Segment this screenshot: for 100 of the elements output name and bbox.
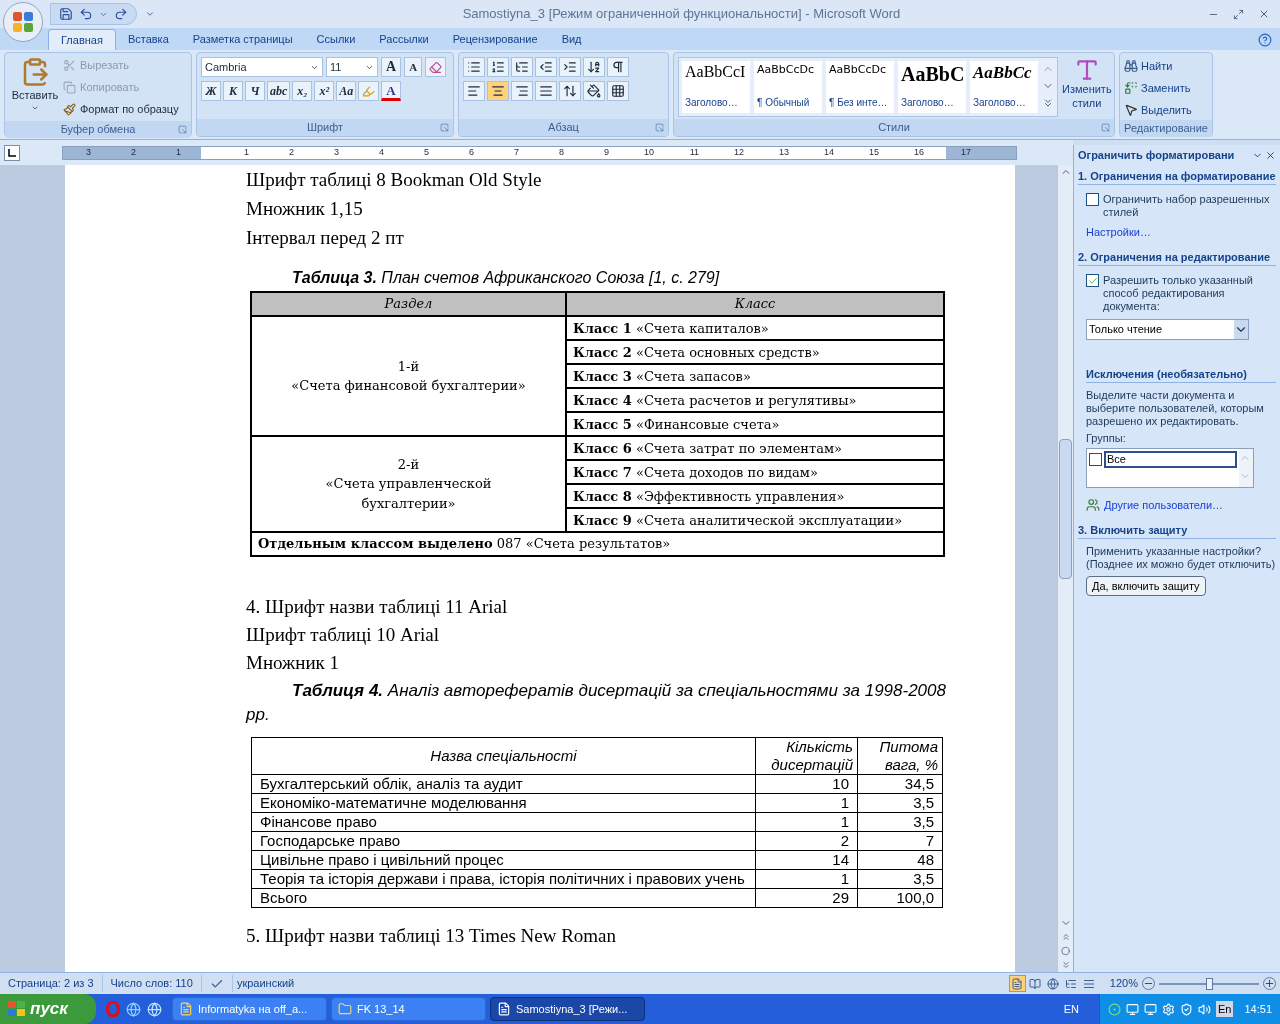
zoom-level[interactable]: 120% [1105, 975, 1142, 992]
format-button[interactable]: x² [314, 81, 335, 101]
format-button[interactable]: Ж [201, 81, 221, 101]
taskbar-task[interactable]: FK 13_14 [331, 997, 486, 1021]
format-button[interactable]: Aa [336, 81, 357, 101]
save-icon[interactable] [59, 7, 73, 21]
format-button[interactable]: К [223, 81, 243, 101]
clear-format-button[interactable] [425, 57, 447, 77]
paragraph-text: 4. Шрифт назви таблиці 11 Arial [246, 595, 509, 619]
zoom-slider-thumb[interactable] [1206, 977, 1213, 990]
line-spacing-button[interactable] [559, 81, 581, 101]
bullets-button[interactable] [463, 57, 485, 77]
style-tile[interactable]: AaBbCcDc ¶ Обычный [754, 61, 822, 113]
page-count[interactable]: Страница: 2 из 3 [0, 975, 103, 992]
ribbon-tab[interactable]: Вставка [115, 29, 181, 50]
start-button[interactable]: пуск [0, 994, 96, 1024]
protect-button[interactable]: Да, включить защиту [1086, 576, 1206, 596]
more-users-link[interactable]: Другие пользователи… [1104, 498, 1224, 512]
multilevel-list-button[interactable] [511, 57, 533, 77]
view-button[interactable] [1008, 975, 1026, 992]
font-size-field[interactable]: 11 [326, 57, 378, 77]
borders-button[interactable] [607, 81, 629, 101]
decrease-indent-button[interactable] [535, 57, 557, 77]
shrink-font-button[interactable]: A [404, 57, 423, 77]
shading-button[interactable] [583, 81, 605, 101]
editing-button[interactable]: Заменить [1124, 78, 1208, 98]
monitor-icon[interactable] [1126, 1002, 1139, 1016]
increase-indent-button[interactable] [559, 57, 581, 77]
close-icon[interactable] [1265, 149, 1276, 161]
dialog-launcher-icon[interactable] [178, 124, 187, 134]
zoom-in-icon[interactable] [1263, 977, 1276, 990]
numbering-button[interactable] [487, 57, 509, 77]
circle-icon[interactable] [1108, 1002, 1121, 1016]
style-tile[interactable]: AaBbCc Заголово… [970, 61, 1038, 113]
browse-object-icon[interactable] [1061, 944, 1070, 958]
align-button[interactable] [463, 81, 485, 101]
ribbon-tab[interactable]: Разметка страницы [180, 29, 305, 50]
dialog-launcher-icon[interactable] [440, 123, 449, 132]
mode-select[interactable]: Только чтение [1086, 319, 1249, 340]
restore-icon[interactable] [1233, 8, 1244, 20]
align-button[interactable] [511, 81, 533, 101]
monitor-icon[interactable] [1144, 1002, 1157, 1016]
align-button[interactable] [487, 81, 509, 101]
ribbon-tab[interactable]: Вид [549, 29, 594, 50]
shield-icon[interactable] [1180, 1002, 1193, 1016]
ribbon-tab[interactable]: Рецензирование [440, 29, 550, 50]
format-button[interactable]: x₂ [292, 81, 313, 101]
style-tile[interactable]: AaBbCcDc ¶ Без инте… [826, 61, 894, 113]
vertical-scrollbar[interactable] [1057, 165, 1073, 972]
taskbar-task[interactable]: Samostiyna_3 [Режи... [490, 997, 645, 1021]
font-name-field[interactable]: Cambria [201, 57, 323, 77]
table-cell: Всього [251, 888, 756, 908]
ruler-number: 6 [469, 148, 474, 157]
undo-icon[interactable] [79, 7, 93, 21]
editing-button[interactable]: Найти [1124, 56, 1208, 76]
tray-language[interactable]: En [1216, 1000, 1234, 1018]
group-item[interactable]: Все [1104, 451, 1237, 468]
editing-button[interactable]: Выделить [1124, 100, 1208, 120]
speaker-icon[interactable] [1198, 1002, 1211, 1016]
align-button[interactable] [535, 81, 557, 101]
paste-button[interactable]: Вставить [7, 55, 63, 121]
table-cell: 1 [755, 869, 858, 889]
checkbox[interactable] [1086, 193, 1099, 206]
table-caption: Таблица 3. План счетов Африканского Союза [1, с. 279] [291, 268, 721, 288]
taskbar-task[interactable]: Informatyka на off_a... [172, 997, 327, 1021]
globe-icon[interactable] [147, 1001, 162, 1017]
gear-icon[interactable] [1162, 1002, 1175, 1016]
language-label[interactable]: украинский [231, 975, 299, 992]
tab-selector[interactable] [4, 144, 20, 161]
style-tile[interactable]: AaBbCcI Заголово… [682, 61, 750, 113]
format-button[interactable]: abc [267, 81, 291, 101]
globe-icon[interactable] [126, 1001, 141, 1017]
settings-link[interactable]: Настройки… [1086, 226, 1276, 239]
help-icon[interactable] [1258, 33, 1272, 47]
format-button[interactable]: Ч [245, 81, 265, 101]
view-button[interactable] [1044, 975, 1062, 992]
close-icon[interactable] [1258, 8, 1270, 20]
scrollbar-thumb[interactable] [1059, 439, 1072, 579]
font-color-button[interactable]: A [381, 81, 401, 101]
change-styles-button[interactable]: Изменить стили [1062, 57, 1112, 111]
office-button[interactable] [3, 2, 43, 42]
clipboard-action[interactable]: Формат по образцу [63, 99, 179, 119]
table-cell: Фінансове право [251, 812, 756, 832]
dialog-launcher-icon[interactable] [1101, 123, 1110, 132]
checkbox[interactable] [1089, 453, 1102, 466]
show-marks-button[interactable] [607, 57, 629, 77]
ribbon-tab[interactable]: Главная [48, 29, 116, 50]
customize-caret-icon[interactable] [145, 9, 155, 19]
redo-icon[interactable] [114, 7, 128, 21]
style-tile[interactable]: AaBbC Заголово… [898, 61, 966, 113]
word-count[interactable]: Число слов: 110 [102, 975, 202, 992]
ribbon-tab[interactable]: Ссылки [304, 29, 368, 50]
grow-font-button[interactable]: A [381, 57, 402, 77]
office-logo-icon [11, 10, 35, 34]
checkbox-label: Ограничить набор разрешенных стилей [1103, 193, 1271, 219]
checkbox[interactable] [1086, 274, 1099, 287]
ribbon-tab[interactable]: Рассылки [367, 29, 441, 50]
dialog-launcher-icon[interactable] [655, 123, 664, 132]
input-language[interactable]: EN [1063, 1000, 1079, 1018]
sort-button[interactable] [583, 57, 605, 77]
